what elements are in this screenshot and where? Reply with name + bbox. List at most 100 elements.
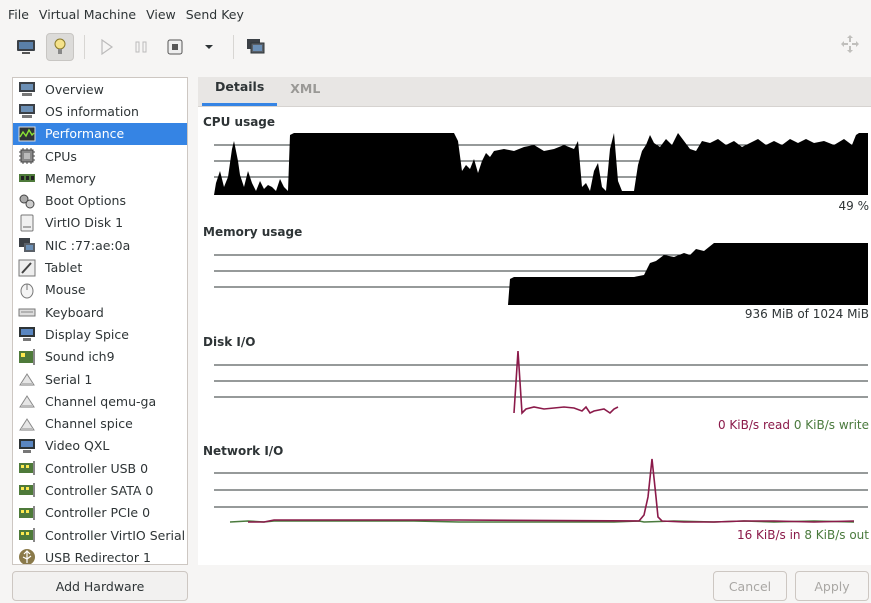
sidebar-item-label: Keyboard bbox=[45, 304, 104, 320]
tab-bar: Details XML bbox=[198, 77, 871, 107]
sidebar-item-channel-spice[interactable]: Channel spice bbox=[13, 412, 187, 434]
sidebar-item-overview[interactable]: Overview bbox=[13, 78, 187, 100]
sidebar-item-label: Controller SATA 0 bbox=[45, 482, 154, 498]
serial-icon bbox=[17, 370, 37, 388]
serial-icon bbox=[17, 415, 37, 433]
monitor-icon bbox=[17, 80, 37, 98]
menu-view[interactable]: View bbox=[146, 7, 176, 22]
sidebar-item-label: Memory bbox=[45, 170, 96, 186]
sidebar-item-label: OS information bbox=[45, 103, 139, 119]
serial-icon bbox=[17, 392, 37, 410]
toolbar-separator bbox=[233, 35, 234, 59]
details-icon bbox=[54, 38, 66, 54]
tablet-icon bbox=[17, 259, 37, 277]
sidebar-item-label: VirtIO Disk 1 bbox=[45, 215, 124, 231]
sidebar-item-label: Sound ich9 bbox=[45, 349, 115, 365]
sidebar-item-label: Controller VirtIO Serial 0 bbox=[45, 527, 188, 543]
menu-file[interactable]: File bbox=[8, 7, 29, 22]
shutdown-menu-button[interactable] bbox=[195, 33, 223, 61]
pause-icon bbox=[135, 41, 147, 53]
apply-button[interactable]: Apply bbox=[795, 571, 869, 601]
menubar: File Virtual Machine View Send Key bbox=[0, 0, 871, 28]
memory-usage-title: Memory usage bbox=[203, 225, 303, 239]
console-button[interactable] bbox=[12, 33, 40, 61]
memory-usage-area bbox=[508, 243, 868, 305]
pause-button[interactable] bbox=[127, 33, 155, 61]
sidebar-item-label: Serial 1 bbox=[45, 371, 93, 387]
sidebar-item-label: Controller PCIe 0 bbox=[45, 505, 151, 521]
sidebar-item-performance[interactable]: Performance bbox=[13, 122, 187, 145]
run-icon bbox=[101, 39, 114, 55]
network-in-readout: 16 KiB/s in bbox=[736, 528, 801, 542]
menu-send-key[interactable]: Send Key bbox=[186, 7, 244, 22]
disk-io-graph bbox=[214, 350, 868, 415]
cpu-usage-area bbox=[214, 133, 868, 195]
sidebar-item-video-qxl[interactable]: Video QXL bbox=[13, 435, 187, 457]
sound-icon bbox=[17, 348, 37, 366]
usb-icon bbox=[17, 548, 37, 564]
tab-xml[interactable]: XML bbox=[277, 76, 333, 106]
sidebar-item-label: CPUs bbox=[45, 148, 77, 164]
sidebar-item-label: Overview bbox=[45, 81, 104, 97]
sidebar-item-nic-77-ae-0a[interactable]: NIC :77:ae:0a bbox=[13, 234, 187, 256]
disk-icon bbox=[17, 214, 37, 232]
run-button[interactable] bbox=[93, 33, 121, 61]
hardware-list[interactable]: Overview OS information Performance CPUs Mem… bbox=[12, 77, 188, 565]
cpu-usage-title: CPU usage bbox=[203, 115, 276, 129]
memory-icon bbox=[17, 169, 37, 187]
network-out-readout: 8 KiB/s out bbox=[804, 528, 869, 542]
network-io-readout: 16 KiB/s in 8 KiB/s out bbox=[737, 528, 869, 542]
sidebar-item-serial-1[interactable]: Serial 1 bbox=[13, 368, 187, 390]
sidebar-item-controller-usb-0[interactable]: Controller USB 0 bbox=[13, 457, 187, 479]
sidebar-item-label: Channel spice bbox=[45, 416, 133, 432]
sidebar-item-label: Performance bbox=[45, 126, 125, 142]
sidebar-item-label: Controller USB 0 bbox=[45, 460, 149, 476]
sidebar-item-controller-sata-0[interactable]: Controller SATA 0 bbox=[13, 479, 187, 501]
controller-icon bbox=[17, 504, 37, 522]
network-icon bbox=[17, 236, 37, 254]
details-button[interactable] bbox=[46, 33, 74, 61]
add-hardware-button[interactable]: Add Hardware bbox=[12, 571, 188, 601]
snapshots-icon bbox=[247, 39, 265, 54]
sidebar-item-cpus[interactable]: CPUs bbox=[13, 145, 187, 167]
sidebar-item-sound-ich9[interactable]: Sound ich9 bbox=[13, 346, 187, 368]
tab-details[interactable]: Details bbox=[202, 76, 278, 106]
display-icon bbox=[17, 325, 37, 343]
console-icon bbox=[17, 40, 35, 54]
sidebar-item-controller-virtio-serial-0[interactable]: Controller VirtIO Serial 0 bbox=[13, 524, 187, 546]
cpu-usage-graph bbox=[214, 133, 868, 195]
sidebar-item-label: Display Spice bbox=[45, 326, 129, 342]
sidebar-item-label: Channel qemu-ga bbox=[45, 393, 157, 409]
sidebar-item-boot-options[interactable]: Boot Options bbox=[13, 189, 187, 211]
menu-virtual-machine[interactable]: Virtual Machine bbox=[39, 7, 136, 22]
snapshots-button[interactable] bbox=[242, 33, 270, 61]
sidebar-item-virtio-disk-1[interactable]: VirtIO Disk 1 bbox=[13, 212, 187, 234]
sidebar-item-keyboard[interactable]: Keyboard bbox=[13, 301, 187, 323]
sidebar-item-usb-redirector-1[interactable]: USB Redirector 1 bbox=[13, 546, 187, 564]
disk-read-line bbox=[513, 350, 619, 415]
shutdown-button[interactable] bbox=[161, 33, 189, 61]
sidebar-item-controller-pcie-0[interactable]: Controller PCIe 0 bbox=[13, 502, 187, 524]
shutdown-icon bbox=[167, 39, 183, 55]
cancel-button[interactable]: Cancel bbox=[713, 571, 787, 601]
sidebar-item-tablet[interactable]: Tablet bbox=[13, 256, 187, 278]
network-io-title: Network I/O bbox=[203, 444, 284, 458]
sidebar-item-display-spice[interactable]: Display Spice bbox=[13, 323, 187, 345]
controller-icon bbox=[17, 526, 37, 544]
keyboard-icon bbox=[17, 303, 37, 321]
sidebar-item-label: Video QXL bbox=[45, 438, 110, 454]
memory-usage-graph bbox=[214, 243, 868, 305]
controller-icon bbox=[17, 481, 37, 499]
sidebar-item-label: Mouse bbox=[45, 282, 86, 298]
controller-icon bbox=[17, 459, 37, 477]
memory-usage-readout: 936 MiB of 1024 MiB bbox=[744, 307, 869, 321]
fullscreen-icon bbox=[841, 35, 859, 53]
sidebar-item-memory[interactable]: Memory bbox=[13, 167, 187, 189]
fullscreen-button[interactable] bbox=[839, 33, 861, 58]
sidebar-item-label: Tablet bbox=[45, 260, 83, 276]
sidebar-item-mouse[interactable]: Mouse bbox=[13, 279, 187, 301]
details-panel: Details XML CPU usage 49 % Memory usage … bbox=[198, 77, 871, 565]
sidebar-item-channel-qemu-ga[interactable]: Channel qemu-ga bbox=[13, 390, 187, 412]
disk-io-readout: 0 KiB/s read 0 KiB/s write bbox=[718, 418, 869, 432]
sidebar-item-os-information[interactable]: OS information bbox=[13, 100, 187, 122]
